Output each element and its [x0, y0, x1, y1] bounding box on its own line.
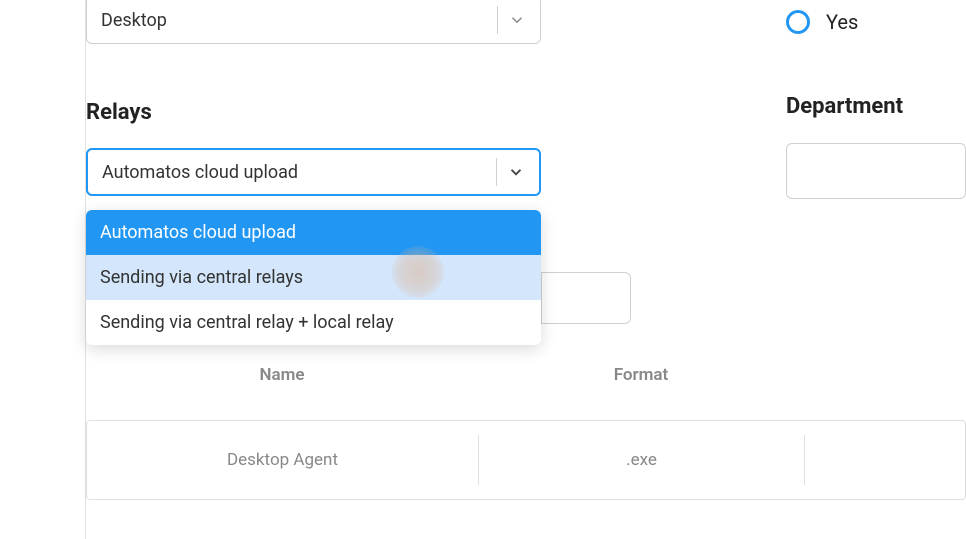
department-label: Department — [786, 94, 966, 119]
col-header-name: Name — [86, 365, 478, 385]
desktop-select-value: Desktop — [101, 10, 167, 31]
department-input[interactable] — [786, 143, 966, 199]
radio-icon — [786, 10, 810, 34]
relays-label: Relays — [86, 100, 152, 125]
dropdown-option-label: Sending via central relays — [100, 267, 303, 288]
relays-dropdown: Automatos cloud upload Sending via centr… — [86, 210, 541, 345]
table-row[interactable]: Desktop Agent .exe — [86, 420, 966, 500]
table-header: Name Format — [86, 365, 966, 385]
chevron-down-icon — [507, 163, 525, 181]
dropdown-option-label: Automatos cloud upload — [100, 222, 296, 243]
relays-select-value: Automatos cloud upload — [102, 162, 298, 183]
cell-format-text: .exe — [626, 450, 657, 470]
dropdown-option-2[interactable]: Sending via central relay + local relay — [86, 300, 541, 345]
radio-yes-label: Yes — [826, 10, 858, 34]
chevron-down-icon — [508, 11, 526, 29]
separator — [497, 6, 498, 34]
cell-format: .exe — [479, 435, 805, 485]
cell-trailing — [805, 435, 965, 485]
radio-yes[interactable]: Yes — [786, 10, 966, 34]
dropdown-option-1[interactable]: Sending via central relays — [86, 255, 541, 300]
relays-select[interactable]: Automatos cloud upload — [86, 148, 541, 196]
dropdown-option-0[interactable]: Automatos cloud upload — [86, 210, 541, 255]
cell-name: Desktop Agent — [87, 435, 479, 485]
col-header-format: Format — [478, 365, 804, 385]
dropdown-option-label: Sending via central relay + local relay — [100, 312, 394, 333]
separator — [496, 158, 497, 186]
cell-name-text: Desktop Agent — [227, 450, 338, 470]
desktop-select[interactable]: Desktop — [86, 0, 541, 44]
partially-hidden-field[interactable] — [541, 272, 631, 324]
